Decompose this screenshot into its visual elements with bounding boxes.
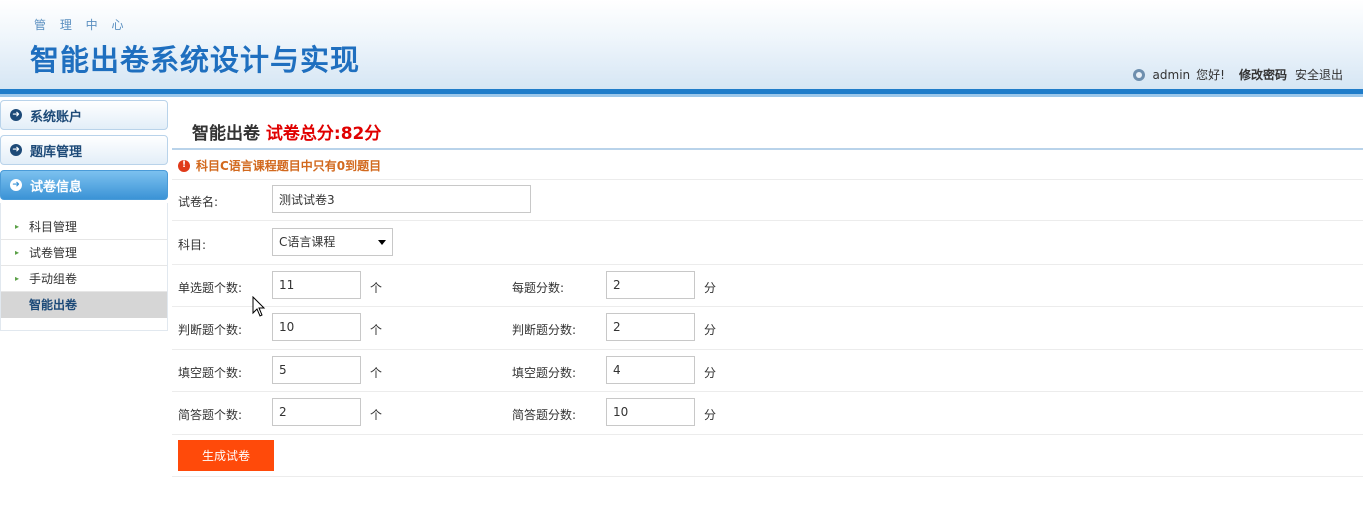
paper-name-input[interactable] (272, 185, 531, 213)
short-answer-score-label: 简答题分数: (512, 408, 577, 422)
sidebar-item-subject-management[interactable]: ▸ 科目管理 (1, 214, 167, 240)
row-divider (172, 306, 1363, 307)
sidebar-item-manual-compose[interactable]: ▸ 手动组卷 (1, 266, 167, 292)
arrow-right-icon: ➜ (10, 144, 22, 156)
sidebar-menu-system-account[interactable]: ➜ 系统账户 (0, 100, 168, 130)
sidebar-menu-label: 系统账户 (30, 109, 83, 125)
arrow-down-icon: ➜ (10, 179, 22, 191)
greeting: 您好! (1196, 68, 1225, 82)
user-bar: admin 您好! 修改密码 安全退出 (1132, 66, 1343, 83)
single-choice-score-label: 每题分数: (512, 281, 565, 295)
page-title: 智能出卷 试卷总分:82分 (192, 124, 382, 144)
error-message: ! 科目C语言课程题目中只有0到题目 (178, 157, 381, 174)
sidebar-menu-label: 题库管理 (30, 144, 83, 160)
fill-blank-count-label: 填空题个数: (178, 366, 243, 380)
sidebar-menu-label: 试卷信息 (30, 179, 83, 195)
single-choice-score-input[interactable] (606, 271, 695, 299)
row-divider (172, 264, 1363, 265)
title-divider (172, 148, 1363, 150)
short-answer-count-input[interactable] (272, 398, 361, 426)
bullet-icon: ▸ (15, 222, 20, 231)
score-unit: 分 (704, 366, 717, 380)
true-false-count-label: 判断题个数: (178, 323, 243, 337)
row-divider (172, 476, 1363, 477)
sidebar: ➜ 系统账户 ➜ 题库管理 ➜ 试卷信息 ▸ 科目管理 ▸ 试卷管理 ▸ 手动组… (0, 99, 169, 507)
score-unit: 分 (704, 281, 717, 295)
error-icon: ! (178, 159, 190, 172)
count-unit: 个 (370, 408, 383, 422)
row-divider (172, 391, 1363, 392)
count-unit: 个 (370, 323, 383, 337)
logout-link[interactable]: 安全退出 (1295, 66, 1343, 83)
chevron-down-icon (378, 240, 386, 245)
score-unit: 分 (704, 408, 717, 422)
total-score: 试卷总分:82分 (265, 124, 382, 144)
paper-name-label: 试卷名: (178, 195, 219, 209)
single-choice-count-label: 单选题个数: (178, 281, 243, 295)
header-divider-light (0, 94, 1363, 97)
single-choice-count-input[interactable] (272, 271, 361, 299)
row-divider (172, 349, 1363, 350)
fill-blank-score-label: 填空题分数: (512, 366, 577, 380)
mouse-cursor-icon (252, 296, 266, 317)
generate-paper-button[interactable]: 生成试卷 (178, 440, 274, 471)
app-title: 智能出卷系统设计与实现 (30, 43, 361, 77)
row-divider (172, 220, 1363, 221)
bullet-icon: ▸ (15, 274, 20, 283)
score-unit: 分 (704, 323, 717, 337)
sidebar-item-paper-management[interactable]: ▸ 试卷管理 (1, 240, 167, 266)
row-divider (172, 434, 1363, 435)
fill-blank-score-input[interactable] (606, 356, 695, 384)
subject-select[interactable]: C语言课程 (272, 228, 393, 256)
fill-blank-count-input[interactable] (272, 356, 361, 384)
arrow-right-icon: ➜ (10, 109, 22, 121)
user-name: admin (1152, 67, 1191, 82)
true-false-score-input[interactable] (606, 313, 695, 341)
count-unit: 个 (370, 366, 383, 380)
sidebar-item-smart-generate[interactable]: 智能出卷 (1, 292, 167, 318)
short-answer-score-input[interactable] (606, 398, 695, 426)
row-divider (172, 179, 1363, 180)
true-false-count-input[interactable] (272, 313, 361, 341)
count-unit: 个 (370, 281, 383, 295)
main-content: 智能出卷 试卷总分:82分 ! 科目C语言课程题目中只有0到题目 试卷名: 科目… (172, 99, 1363, 507)
header-subtitle: 管 理 中 心 (34, 18, 129, 32)
sidebar-submenu: ▸ 科目管理 ▸ 试卷管理 ▸ 手动组卷 智能出卷 (0, 203, 168, 331)
user-icon (1132, 68, 1145, 81)
subject-label: 科目: (178, 238, 207, 252)
short-answer-count-label: 简答题个数: (178, 408, 243, 422)
sidebar-menu-paper-info[interactable]: ➜ 试卷信息 (0, 170, 168, 200)
sidebar-menu-question-bank[interactable]: ➜ 题库管理 (0, 135, 168, 165)
header: 管 理 中 心 智能出卷系统设计与实现 admin 您好! 修改密码 安全退出 (0, 0, 1363, 89)
bullet-icon: ▸ (15, 248, 20, 257)
change-password-link[interactable]: 修改密码 (1239, 66, 1287, 83)
true-false-score-label: 判断题分数: (512, 323, 577, 337)
